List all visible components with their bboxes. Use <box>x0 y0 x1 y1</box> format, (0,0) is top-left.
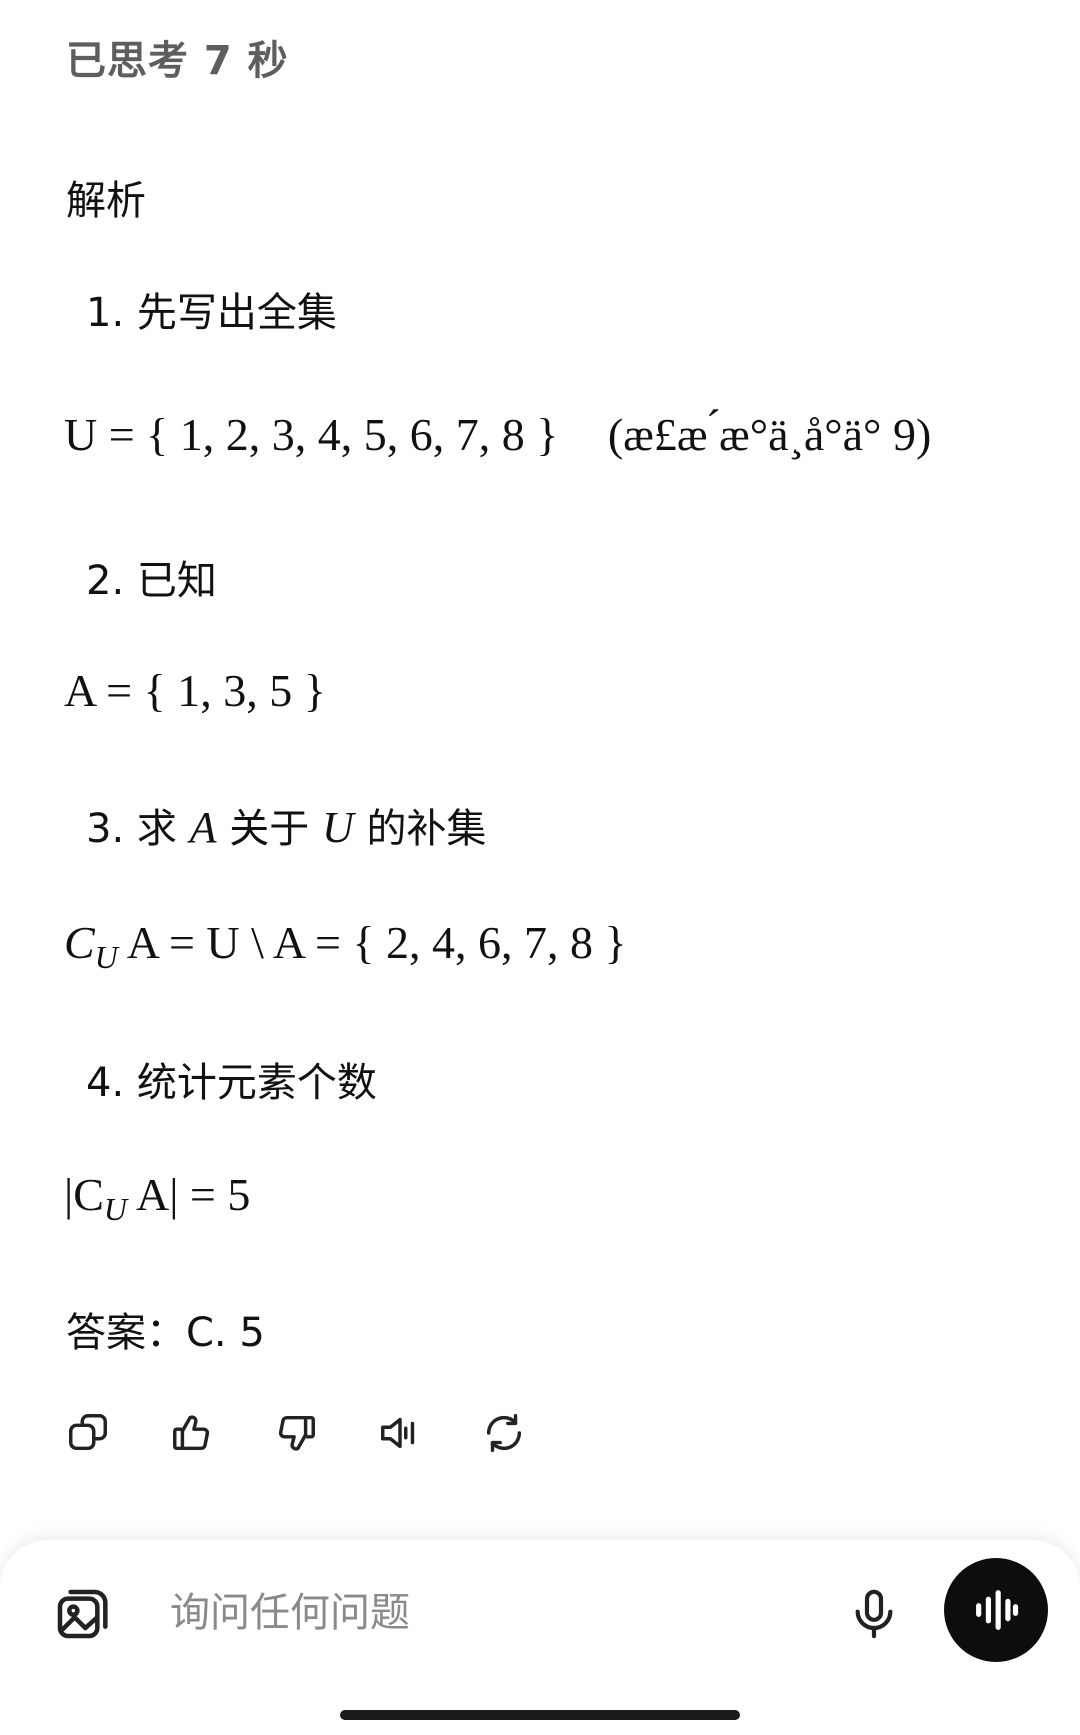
message-actions <box>60 1405 532 1461</box>
universe-note: (æ£æ ́æ°ä¸å°ä° 9) <box>607 409 932 460</box>
step-3-number: 3. <box>86 806 125 852</box>
read-aloud-icon <box>381 1417 415 1449</box>
set-a: A = { 1, 3, 5 } <box>64 665 326 716</box>
complement-c: C <box>64 917 95 968</box>
step-3-math-b: U <box>321 803 354 852</box>
step-3-text-c: 的补集 <box>366 806 487 852</box>
step-2-number: 2. <box>86 558 125 604</box>
set-a-equation: A = { 1, 3, 5 } <box>64 664 326 717</box>
step-3-math-a: A <box>189 803 217 852</box>
thumbs-down-icon <box>278 1415 315 1451</box>
thumbs-up-icon <box>173 1415 210 1451</box>
step-2-text: 已知 <box>136 558 217 604</box>
count-sub: U <box>103 1191 127 1227</box>
message-input[interactable] <box>168 1584 812 1642</box>
step-3-text-b: 关于 <box>229 806 310 852</box>
complement-equation: CU A = U \ A = { 2, 4, 6, 7, 8 } <box>64 916 627 976</box>
composer-bar <box>0 1540 1080 1735</box>
voice-mode-button[interactable] <box>944 1558 1048 1662</box>
read-aloud-button[interactable] <box>372 1405 428 1461</box>
universe-equation: U = { 1, 2, 3, 4, 5, 6, 7, 8 } (æ£æ ́æ°ä… <box>64 408 931 461</box>
count-lhs: |C <box>64 1169 104 1220</box>
image-attach-icon <box>57 1589 108 1639</box>
count-equation: |CU A| = 5 <box>64 1168 250 1228</box>
step-3: 3. 求 A 关于 U 的补集 <box>86 796 486 854</box>
step-4-text: 统计元素个数 <box>136 1060 377 1106</box>
analysis-heading: 解析 <box>66 178 146 224</box>
copy-button[interactable] <box>60 1405 116 1461</box>
complement-rhs: A = U \ A = { 2, 4, 6, 7, 8 } <box>126 917 627 968</box>
waveform-icon <box>976 1590 1019 1630</box>
regenerate-icon <box>486 1414 522 1452</box>
answer-text: 答案：C. 5 <box>66 1310 265 1356</box>
mic-button[interactable] <box>846 1584 902 1644</box>
step-1: 1. 先写出全集 <box>86 280 337 338</box>
count-rhs: A| = 5 <box>135 1169 251 1220</box>
dislike-button[interactable] <box>268 1405 324 1461</box>
step-1-number: 1. <box>86 290 125 336</box>
universe-set: U = { 1, 2, 3, 4, 5, 6, 7, 8 } <box>64 409 559 460</box>
complement-sub: U <box>94 939 118 975</box>
step-1-text: 先写出全集 <box>136 290 337 336</box>
home-indicator <box>340 1710 740 1720</box>
attach-image-button[interactable] <box>52 1580 116 1644</box>
step-3-text-a: 求 <box>136 806 177 852</box>
step-2: 2. 已知 <box>86 548 217 606</box>
step-4-number: 4. <box>86 1060 125 1106</box>
like-button[interactable] <box>164 1405 220 1461</box>
copy-icon <box>69 1414 107 1451</box>
thinking-time-label[interactable]: 已思考 7 秒 <box>66 28 289 86</box>
step-4: 4. 统计元素个数 <box>86 1050 377 1108</box>
regenerate-button[interactable] <box>476 1405 532 1461</box>
microphone-icon <box>855 1589 893 1639</box>
